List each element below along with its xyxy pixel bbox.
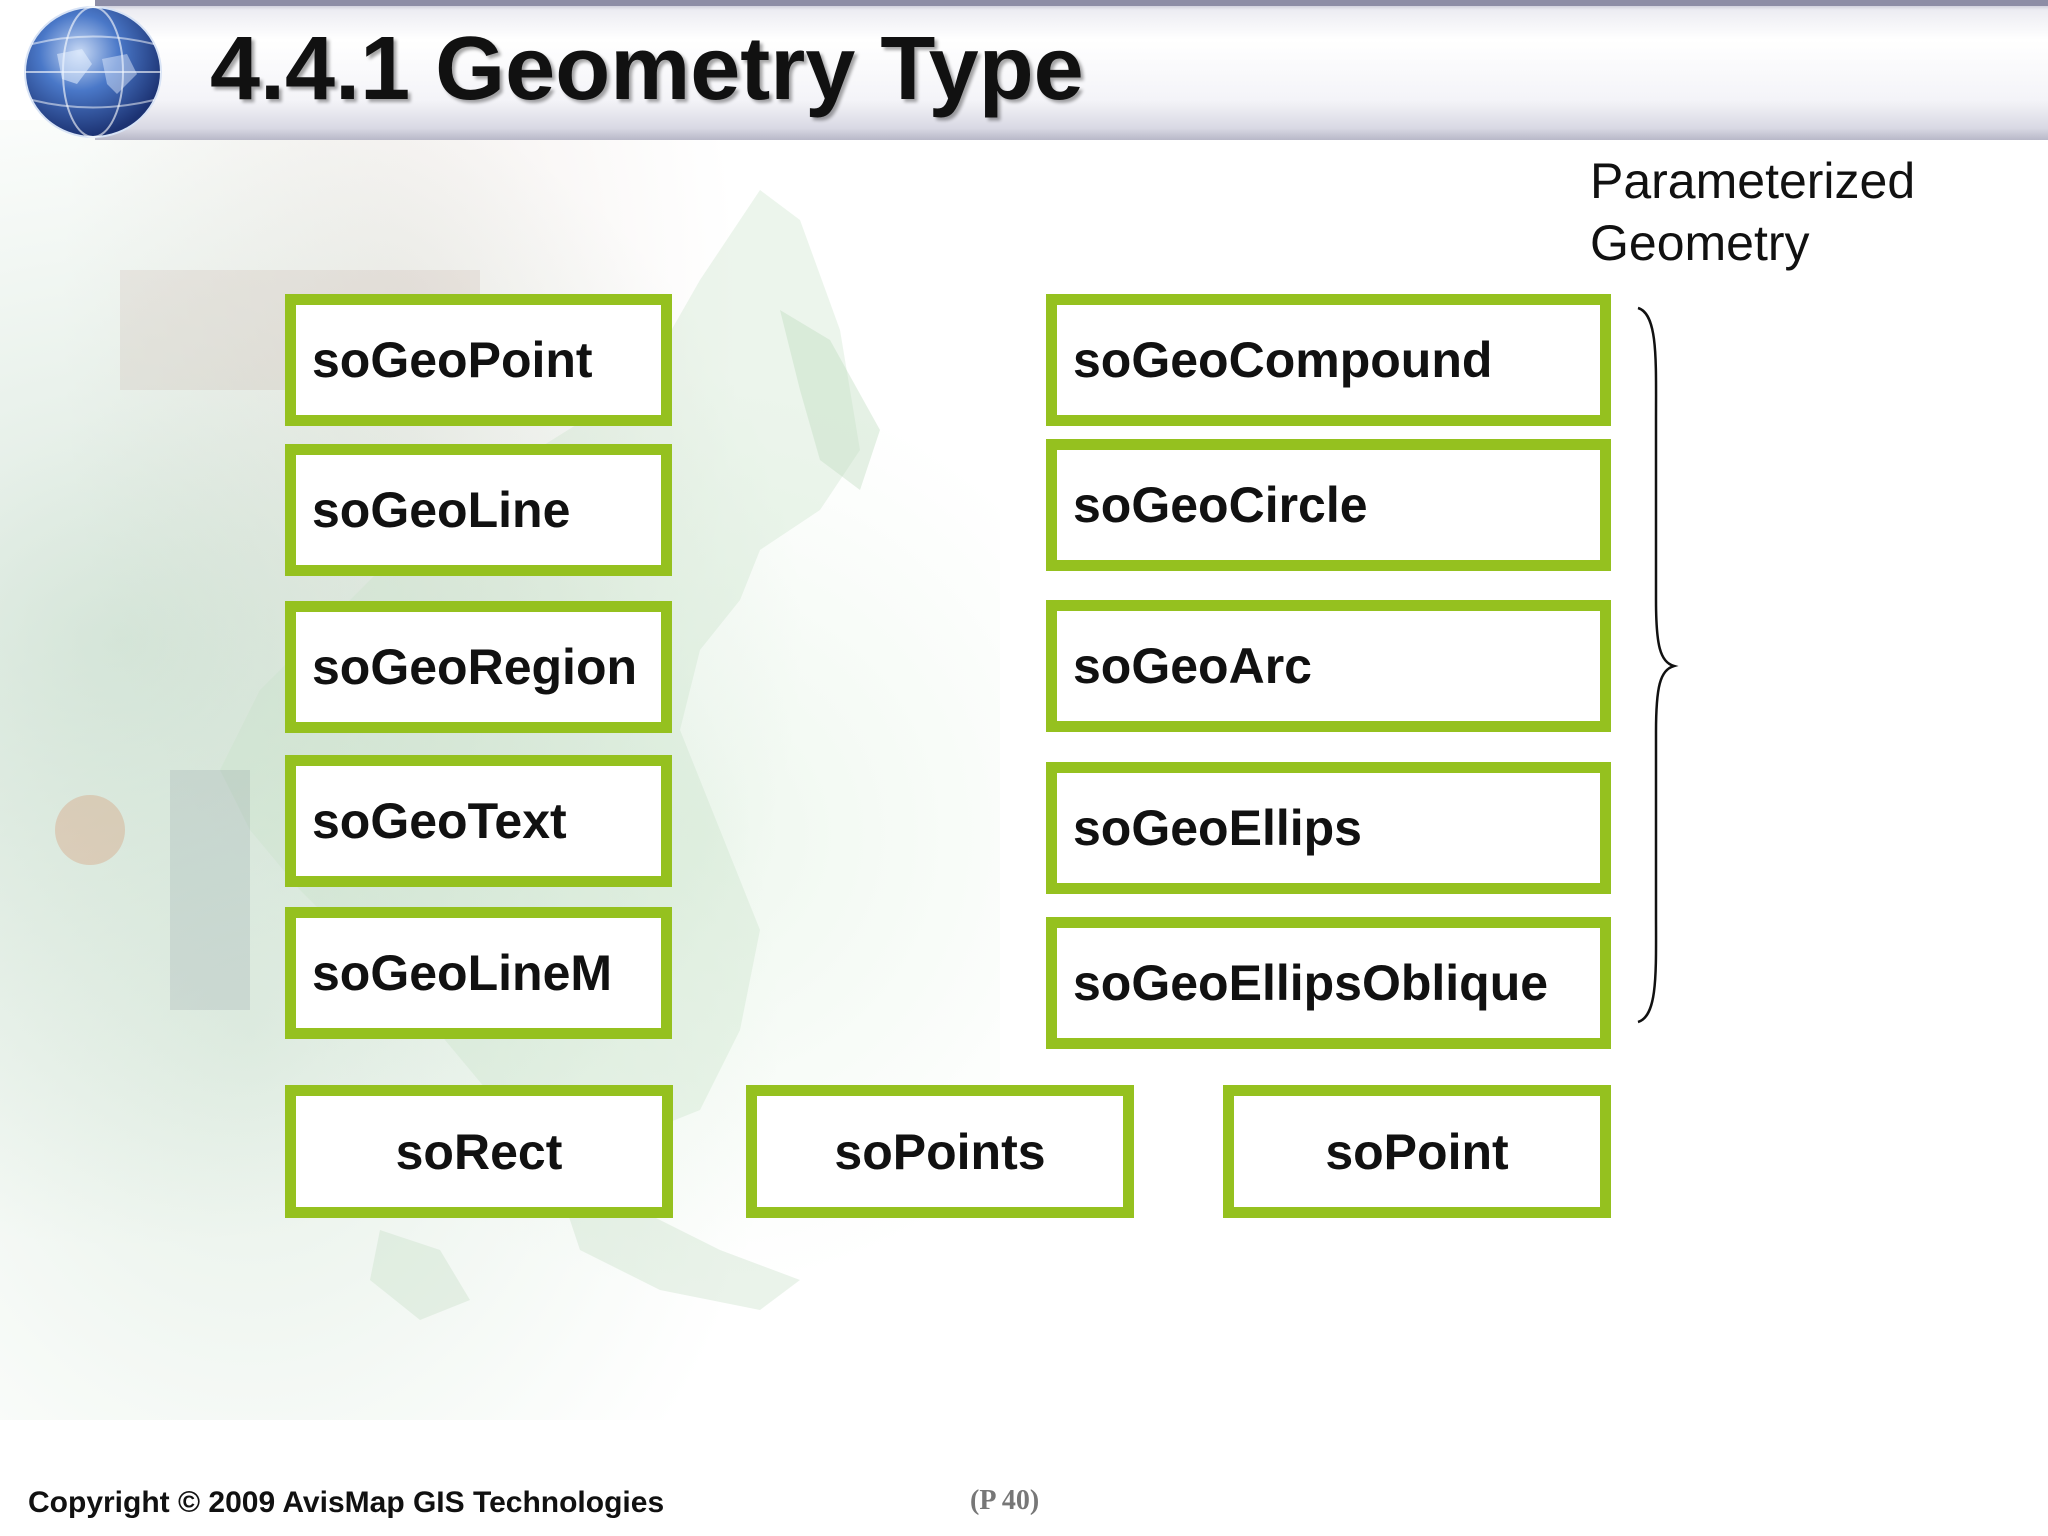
geometry-box-sogeotext: soGeoText: [285, 755, 672, 887]
footer-page-number: (P 40): [970, 1485, 1040, 1516]
right-curly-brace: [1637, 306, 1679, 1024]
geometry-box-sogeoarc: soGeoArc: [1046, 600, 1611, 732]
geometry-box-sogeocompound: soGeoCompound: [1046, 294, 1611, 426]
title-top-line: [95, 0, 2048, 6]
geometry-box-sopoint: soPoint: [1223, 1085, 1611, 1218]
geometry-box-sogeopoint: soGeoPoint: [285, 294, 672, 426]
geometry-box-sorect: soRect: [285, 1085, 673, 1218]
geometry-box-sopoints: soPoints: [746, 1085, 1134, 1218]
globe-icon: [24, 6, 162, 138]
geometry-box-sogeoellips: soGeoEllips: [1046, 762, 1611, 894]
geometry-box-sogeolinem: soGeoLineM: [285, 907, 672, 1039]
geometry-box-sogeoregion: soGeoRegion: [285, 601, 672, 733]
slide: 4.4.1 Geometry Type soGeoPoint soGeoLine…: [0, 0, 2048, 1536]
geometry-box-sogeocircle: soGeoCircle: [1046, 439, 1611, 571]
geometry-box-sogeoline: soGeoLine: [285, 444, 672, 576]
parameterized-geometry-text: Parameterized Geometry: [1590, 153, 1916, 271]
geometry-box-sogeoellipsoblique: soGeoEllipsOblique: [1046, 917, 1611, 1049]
page-title: 4.4.1 Geometry Type: [210, 19, 1084, 119]
footer-copyright: Copyright © 2009 AvisMap GIS Technologie…: [28, 1486, 665, 1519]
parameterized-geometry-label: Parameterized Geometry: [1590, 150, 1950, 274]
